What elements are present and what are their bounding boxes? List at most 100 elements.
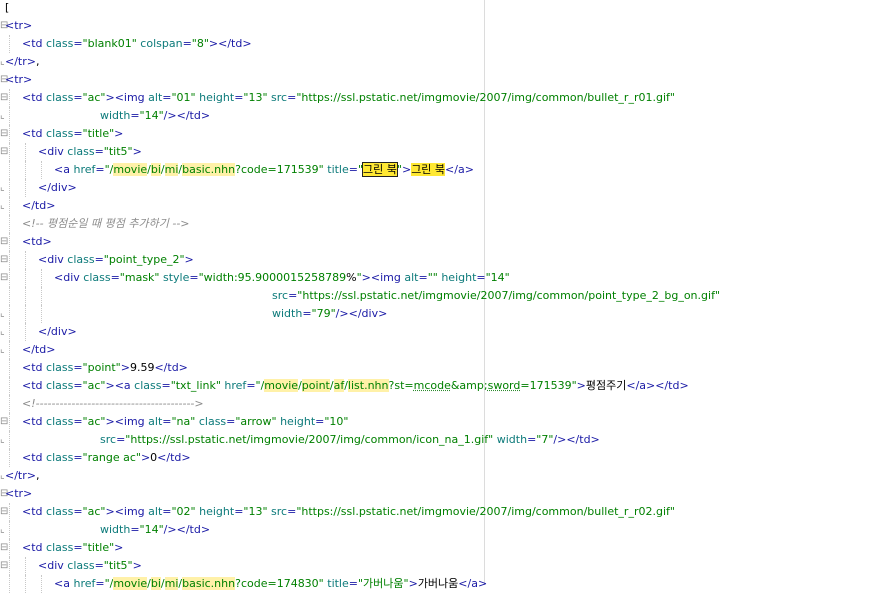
code-line[interactable]: ⊟ <div class="point_type_2"> xyxy=(0,251,878,269)
code-editor[interactable]: [⊟ <tr> <td class="blank01" colspan="8"></… xyxy=(0,0,878,593)
code-line[interactable]: ⌞ </tr>, xyxy=(0,467,878,485)
code-token: </td> xyxy=(22,343,56,356)
code-token: height xyxy=(441,271,477,284)
code-token: , xyxy=(35,55,40,68)
code-line[interactable]: <a href="/movie/bi/mi/basic.nhn?code=174… xyxy=(0,575,878,593)
code-token: width xyxy=(100,109,131,122)
code-token: point xyxy=(301,379,330,392)
code-line[interactable]: <td class="ac"><a class="txt_link" href=… xyxy=(0,377,878,395)
code-text: <div class="tit5"> xyxy=(38,557,142,575)
code-text: <div class="mask" style="width:95.900001… xyxy=(54,269,510,287)
code-line[interactable]: <td class="point">9.59</td> xyxy=(0,359,878,377)
fold-toggle-icon[interactable]: ⊟ xyxy=(0,125,8,143)
code-token: alt xyxy=(148,415,163,428)
gutter-marker: ⌞ xyxy=(0,326,5,337)
code-token: = xyxy=(162,415,172,428)
code-token: "01" xyxy=(171,91,196,104)
code-token: title xyxy=(327,577,349,590)
indent-guide xyxy=(9,143,10,161)
code-line[interactable]: <a href="/movie/bi/mi/basic.nhn?code=171… xyxy=(0,161,878,179)
code-line[interactable]: ⊟ <div class="tit5"> xyxy=(0,557,878,575)
fold-toggle-icon[interactable]: ⊟ xyxy=(0,539,8,557)
code-line[interactable]: <td class="blank01" colspan="8"></td> xyxy=(0,35,878,53)
code-line[interactable]: <td class="range ac">0</td> xyxy=(0,449,878,467)
code-token: <!-- 평점순일 때 평점 추가하기 --> xyxy=(22,217,190,230)
indent-guide xyxy=(25,323,26,341)
code-text: <td class="title"> xyxy=(22,539,123,557)
code-token: > xyxy=(361,271,371,284)
code-text: </td> xyxy=(22,197,55,215)
code-line[interactable]: ⊟ <div class="tit5"> xyxy=(0,143,878,161)
fold-toggle-icon[interactable]: ⊟ xyxy=(0,89,8,107)
fold-toggle-icon[interactable]: ⊟ xyxy=(0,251,8,269)
code-token: height xyxy=(280,415,316,428)
code-token: = xyxy=(288,289,298,302)
indent-guide xyxy=(41,269,42,287)
fold-toggle-icon[interactable]: ⊟ xyxy=(0,503,8,521)
code-line[interactable]: [ xyxy=(0,0,878,17)
code-line[interactable]: ⊟ <tr> xyxy=(0,485,878,503)
code-line[interactable]: ⊟ <td class="title"> xyxy=(0,125,878,143)
code-token: % xyxy=(346,271,357,284)
code-token: src xyxy=(272,289,289,302)
indent-guide xyxy=(9,503,10,521)
code-token: /> xyxy=(163,109,177,122)
code-token: > xyxy=(105,91,115,104)
code-token: class xyxy=(46,37,74,50)
code-line[interactable]: ⌞ </div> xyxy=(0,323,878,341)
code-line[interactable]: ⌞ width="14"/></td> xyxy=(0,521,878,539)
code-line[interactable]: ⊟ <td class="title"> xyxy=(0,539,878,557)
code-token: basic.nhn xyxy=(182,577,236,590)
indent-guide xyxy=(9,233,10,251)
code-line[interactable]: <!--------------------------------------… xyxy=(0,395,878,413)
code-token: </td> xyxy=(566,433,600,446)
code-token: "14" xyxy=(139,523,164,536)
code-token: movie xyxy=(264,379,299,392)
code-token: af xyxy=(333,379,345,392)
gutter-marker: ⌞ xyxy=(0,200,5,211)
code-line[interactable]: <!-- 평점순일 때 평점 추가하기 --> xyxy=(0,215,878,233)
fold-toggle-icon[interactable]: ⊟ xyxy=(0,233,8,251)
code-line[interactable]: ⌞ src="https://ssl.pstatic.net/imgmovie/2… xyxy=(0,431,878,449)
code-line[interactable]: ⌞ </td> xyxy=(0,197,878,215)
code-line[interactable]: ⊟ <td class="ac"><img alt="01" height="13… xyxy=(0,89,878,107)
code-token: = xyxy=(476,271,486,284)
code-line[interactable]: ⊟ <div class="mask" style="width:95.90000… xyxy=(0,269,878,287)
code-line[interactable]: ⊟ <td class="ac"><img alt="02" height="13… xyxy=(0,503,878,521)
code-line[interactable]: src="https://ssl.pstatic.net/imgmovie/20… xyxy=(0,287,878,305)
code-token: basic.nhn xyxy=(182,163,236,176)
indent-guide xyxy=(25,269,26,287)
code-token: "ac" xyxy=(82,379,106,392)
code-token: "14" xyxy=(485,271,510,284)
code-token: style xyxy=(162,271,190,284)
code-line[interactable]: ⌞ width="79"/></div> xyxy=(0,305,878,323)
code-token: </a> xyxy=(626,379,656,392)
code-line[interactable]: ⊟ <tr> xyxy=(0,71,878,89)
code-token: <td> xyxy=(22,235,52,248)
fold-toggle-icon[interactable]: ⊟ xyxy=(0,269,8,287)
code-line[interactable]: ⌞ width="14"/></td> xyxy=(0,107,878,125)
code-token: width xyxy=(100,523,131,536)
fold-toggle-icon[interactable]: ⊟ xyxy=(0,413,8,431)
indent-guide xyxy=(9,449,10,467)
fold-toggle-icon[interactable]: ⊟ xyxy=(0,557,8,575)
code-token: > xyxy=(132,559,142,572)
code-token: colspan xyxy=(140,37,183,50)
code-token: class xyxy=(46,361,74,374)
code-line[interactable]: ⊟ <tr> xyxy=(0,17,878,35)
code-line[interactable]: ⌞ </td> xyxy=(0,341,878,359)
code-line[interactable]: ⊟ <td class="ac"><img alt="na" class="arr… xyxy=(0,413,878,431)
code-token: mi xyxy=(164,163,179,176)
code-line[interactable]: ⌞ </tr>, xyxy=(0,53,878,71)
code-token: class xyxy=(67,559,95,572)
code-token: = xyxy=(161,379,171,392)
code-line[interactable]: ⌞ </div> xyxy=(0,179,878,197)
gutter-marker: ⌞ xyxy=(0,308,5,319)
fold-toggle-icon[interactable]: ⊟ xyxy=(0,143,8,161)
code-token: class xyxy=(46,127,74,140)
code-line[interactable]: ⊟ <td> xyxy=(0,233,878,251)
code-token: "02" xyxy=(171,505,196,518)
code-token: <div xyxy=(38,253,68,266)
code-token: = xyxy=(287,91,297,104)
code-token: = xyxy=(73,415,83,428)
